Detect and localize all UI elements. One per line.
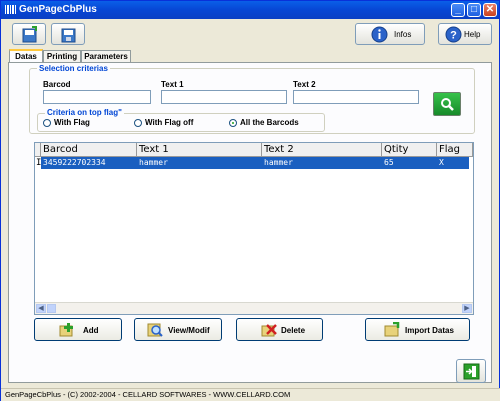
minimize-icon: _ — [455, 4, 461, 15]
add-icon — [59, 323, 73, 337]
barcode-input[interactable] — [43, 90, 151, 104]
help-button[interactable]: ? Help — [438, 23, 492, 45]
close-icon: ✕ — [485, 4, 495, 15]
text2-input[interactable] — [293, 90, 419, 104]
text1-input[interactable] — [161, 90, 287, 104]
horizontal-scrollbar[interactable]: ◀ ▶ — [35, 302, 473, 314]
cell-qtity[interactable]: 65 — [382, 157, 437, 169]
radio-with-flag-off[interactable]: With Flag off — [134, 118, 193, 127]
delete-label: Delete — [281, 326, 306, 335]
column-header-text2[interactable]: Text 2 — [262, 143, 382, 157]
radio-dot — [43, 119, 51, 127]
cell-barcod[interactable]: 3459222702334 — [41, 157, 137, 169]
new-file-button[interactable] — [12, 23, 46, 45]
radio-label: All the Barcods — [240, 118, 299, 127]
column-header-barcod[interactable]: Barcod — [41, 143, 137, 157]
cell-text1[interactable]: hammer — [137, 157, 262, 169]
radio-dot — [134, 119, 142, 127]
infos-label: Infos — [394, 30, 412, 39]
data-grid[interactable]: Barcod Text 1 Text 2 Qtity Flag I 345922… — [34, 142, 474, 315]
column-header-text1[interactable]: Text 1 — [137, 143, 262, 157]
table-row[interactable]: 3459222702334 hammer hammer 65 X — [41, 157, 469, 169]
radio-label: With Flag — [54, 118, 90, 127]
new-file-icon — [22, 26, 37, 43]
add-label: Add — [83, 326, 99, 335]
column-header-flag[interactable]: Flag — [437, 143, 473, 157]
cell-text2[interactable]: hammer — [262, 157, 382, 169]
svg-text:?: ? — [450, 30, 457, 42]
radio-dot-checked — [229, 119, 237, 127]
radio-label: With Flag off — [145, 118, 194, 127]
exit-icon — [463, 363, 480, 380]
column-header-qtity[interactable]: Qtity — [382, 143, 437, 157]
maximize-button[interactable]: □ — [467, 3, 481, 17]
status-bar: GenPageCbPlus - (C) 2002-2004 - CELLARD … — [1, 388, 500, 401]
search-icon — [441, 98, 454, 111]
minimize-button[interactable]: _ — [451, 3, 465, 17]
flag-criteria-title: Criteria on top flag" — [45, 108, 124, 117]
scroll-right-icon[interactable]: ▶ — [462, 304, 472, 313]
save-icon — [61, 28, 76, 43]
exit-button[interactable] — [456, 359, 486, 383]
main-window: GenPageCbPlus _ □ ✕ Infos ? Help Datas P… — [0, 0, 500, 401]
view-icon — [147, 323, 163, 337]
title-bar[interactable]: GenPageCbPlus _ □ ✕ — [1, 1, 499, 19]
import-datas-button[interactable]: Import Datas — [365, 318, 470, 341]
infos-button[interactable]: Infos — [355, 23, 425, 45]
info-icon — [371, 26, 388, 43]
text2-label: Text 2 — [293, 80, 316, 89]
window-title: GenPageCbPlus — [19, 4, 97, 15]
delete-icon — [261, 324, 277, 337]
add-button[interactable]: Add — [34, 318, 122, 341]
search-button[interactable] — [433, 92, 461, 116]
help-icon: ? — [445, 26, 462, 43]
cell-flag[interactable]: X — [437, 157, 469, 169]
maximize-icon: □ — [470, 4, 478, 15]
close-button[interactable]: ✕ — [483, 3, 497, 17]
scroll-left-icon[interactable]: ◀ — [36, 304, 46, 313]
delete-button[interactable]: Delete — [236, 318, 323, 341]
app-barcode-icon — [5, 5, 16, 14]
scroll-thumb[interactable] — [47, 304, 56, 313]
radio-with-flag[interactable]: With Flag — [43, 118, 90, 127]
import-datas-label: Import Datas — [405, 326, 454, 335]
help-label: Help — [464, 30, 481, 39]
tab-datas[interactable]: Datas — [9, 49, 43, 63]
view-modif-label: View/Modif — [168, 326, 210, 335]
barcode-label: Barcod — [43, 80, 71, 89]
radio-all-barcods[interactable]: All the Barcods — [229, 118, 299, 127]
import-icon — [384, 322, 400, 337]
view-modif-button[interactable]: View/Modif — [134, 318, 222, 341]
save-button[interactable] — [51, 23, 85, 45]
text1-label: Text 1 — [161, 80, 184, 89]
selection-group-title: Selection criterias — [37, 64, 110, 73]
